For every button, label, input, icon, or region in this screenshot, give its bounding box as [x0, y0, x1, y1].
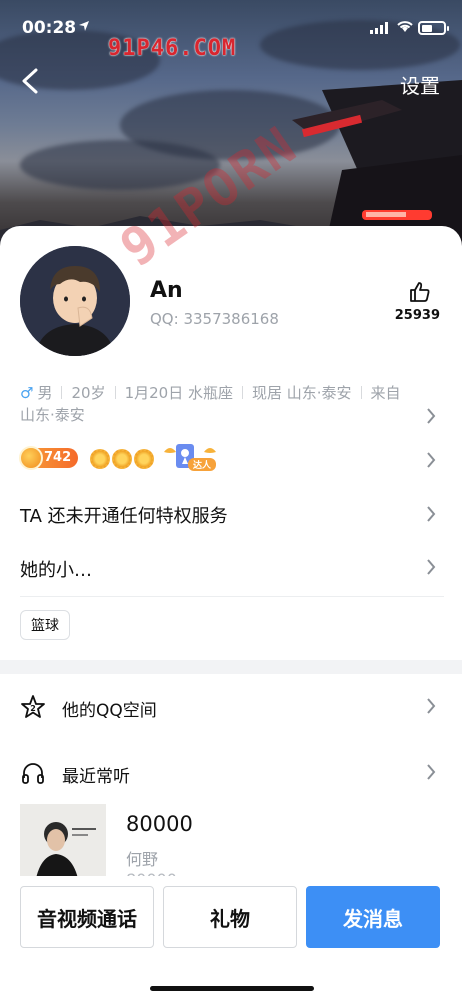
- age-text: 20岁: [71, 384, 106, 402]
- divider: [20, 596, 444, 597]
- qq-number[interactable]: 3357386168: [183, 310, 278, 328]
- chevron-right-icon: [427, 506, 436, 522]
- nickname-row[interactable]: 她的小…: [20, 556, 92, 582]
- gift-button[interactable]: 礼物: [163, 886, 297, 948]
- coin-level-badge: 742: [19, 446, 78, 470]
- sun-level-icon: [134, 449, 154, 469]
- status-time: 00:28: [22, 18, 77, 38]
- interest-tag[interactable]: 篮球: [20, 610, 70, 640]
- chevron-right-icon: [427, 559, 436, 575]
- qq-id-row: QQ: 3357386168: [150, 310, 279, 328]
- coin-value: 742: [44, 450, 72, 465]
- cloud: [20, 140, 220, 190]
- chevron-right-icon: [427, 698, 436, 714]
- song-title: 80000: [126, 812, 193, 836]
- birthday-sign-text: 1月20日 水瓶座: [124, 384, 233, 402]
- sun-level-icon: [112, 449, 132, 469]
- avatar[interactable]: [20, 246, 130, 356]
- back-arrow-icon[interactable]: [16, 66, 46, 96]
- divider: [114, 386, 116, 399]
- gender-text: 男: [37, 384, 53, 402]
- section-gap: [0, 660, 462, 674]
- cellular-signal-icon: [370, 22, 388, 34]
- like-count: 25939: [394, 308, 440, 323]
- chevron-right-icon: [427, 452, 436, 468]
- bottom-action-bar: 音视频通话 礼物 发消息: [0, 876, 462, 1000]
- song-artist: 何野: [126, 850, 159, 869]
- location-arrow-icon: [79, 21, 89, 31]
- male-icon: ♂: [20, 384, 34, 402]
- recent-music-row[interactable]: 最近常听: [0, 742, 462, 802]
- location-text: 现居 山东·泰安: [251, 384, 352, 402]
- coin-icon: [19, 446, 43, 470]
- home-indicator[interactable]: [150, 986, 314, 991]
- headphones-icon: [22, 763, 44, 784]
- divider: [241, 386, 243, 399]
- divider: [360, 386, 362, 399]
- profile-name: An: [150, 278, 183, 303]
- thumbs-up-icon[interactable]: [408, 280, 432, 304]
- wifi-icon: [397, 21, 413, 32]
- sun-level-icon: [90, 449, 110, 469]
- avatar-illustration: [20, 246, 130, 356]
- watermark-text: 91P46.COM: [108, 36, 237, 61]
- chevron-right-icon: [427, 764, 436, 780]
- recent-music-label: 最近常听: [62, 767, 130, 787]
- star-icon: 2: [21, 695, 45, 718]
- hometown-text: 山东·泰安: [20, 406, 85, 424]
- hometown-prefix: 来自: [370, 384, 401, 402]
- settings-button[interactable]: 设置: [400, 70, 440, 99]
- video-call-button[interactable]: 音视频通话: [20, 886, 154, 948]
- battery-icon: [418, 21, 449, 35]
- talent-badge-icon: 达人: [164, 444, 216, 471]
- privilege-row[interactable]: TA 还未开通任何特权服务: [20, 502, 228, 528]
- basic-info-row[interactable]: ♂ 男 20岁 1月20日 水瓶座 现居 山东·泰安 来自 山东·泰安: [20, 382, 420, 426]
- send-message-button[interactable]: 发消息: [306, 886, 440, 948]
- qzone-row[interactable]: 2 他的QQ空间: [0, 676, 462, 736]
- talent-label: 达人: [193, 459, 212, 471]
- svg-text:2: 2: [30, 704, 36, 713]
- chevron-right-icon: [427, 408, 436, 424]
- divider: [61, 386, 63, 399]
- qzone-label: 他的QQ空间: [62, 701, 157, 721]
- qq-label: QQ:: [150, 310, 179, 328]
